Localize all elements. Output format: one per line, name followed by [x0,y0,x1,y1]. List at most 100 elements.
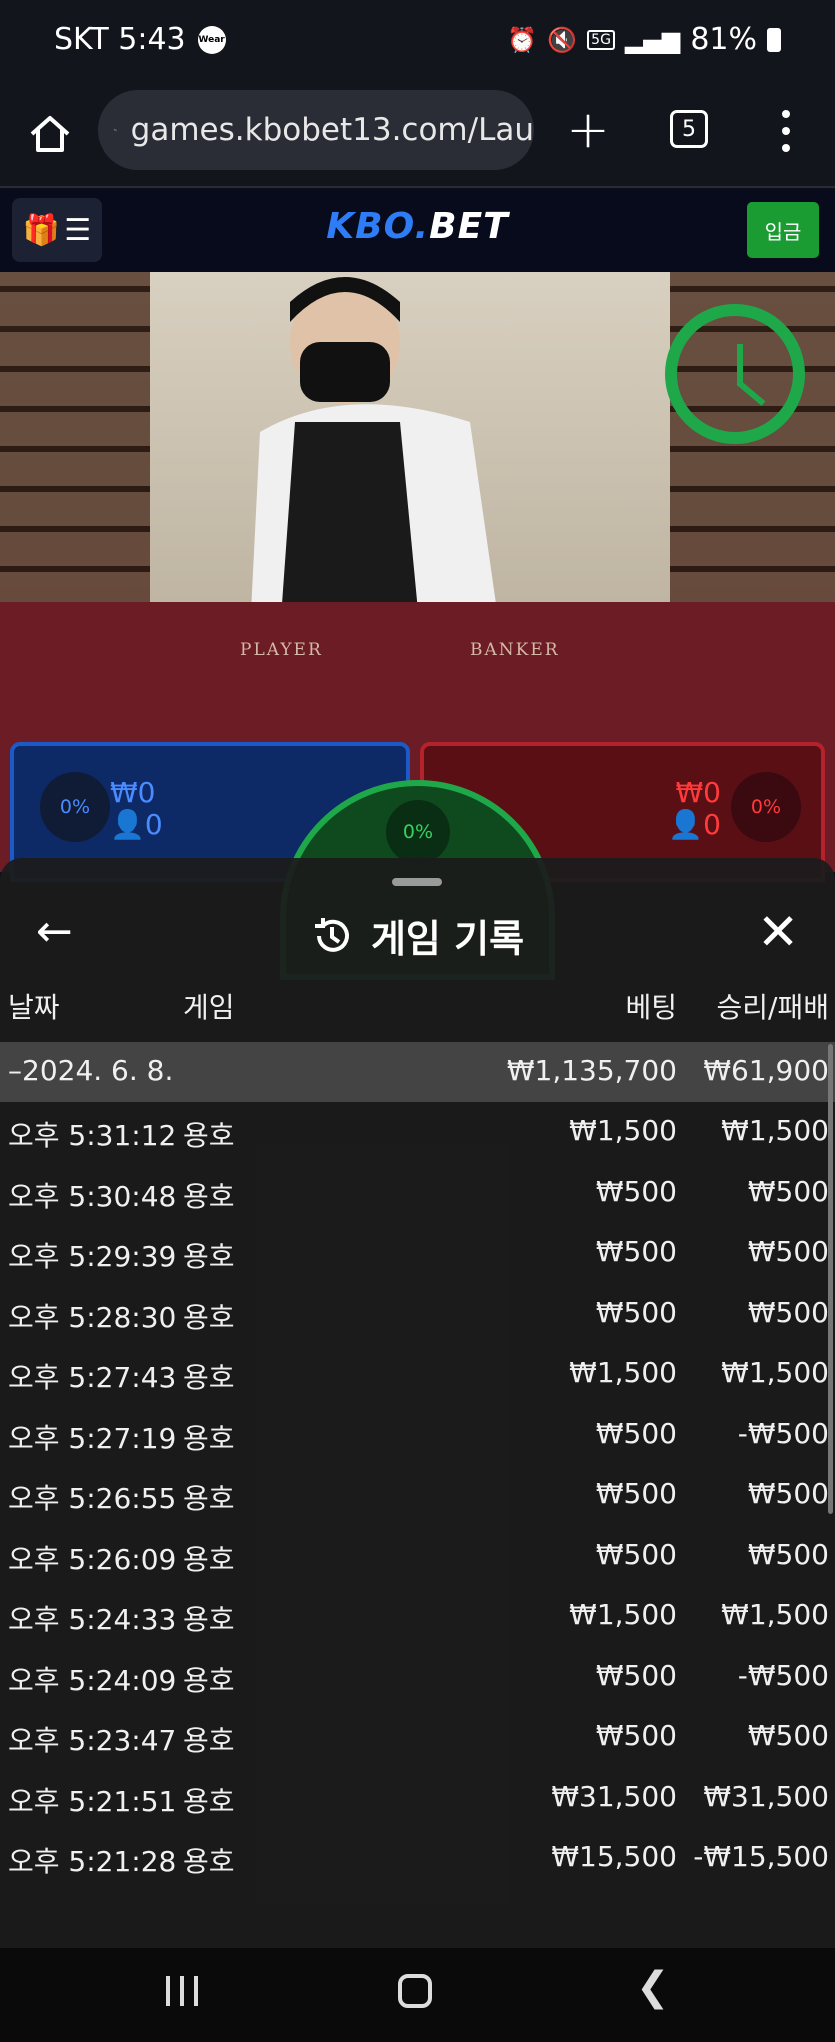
banker-percent: 0% [731,772,801,842]
row-bet: ₩500 [595,1658,677,1692]
history-row[interactable]: 오후 5:21:51 용호 ₩31,500 ₩31,500 [0,1768,835,1829]
row-bet: ₩500 [595,1416,677,1450]
banker-amount: ₩0 [675,776,722,809]
history-row[interactable]: 오후 5:24:33 용호 ₩1,500 ₩1,500 [0,1586,835,1647]
row-win-loss: -₩500 [737,1658,829,1692]
header-date: 날짜 [8,991,60,1024]
user-icon: 👤 [110,808,145,841]
status-bar: SKT 5:43 Wear ⏰ 🔇 5G ▂▄▆ 81% [0,0,835,88]
modal-title: 게임 기록 [0,908,835,963]
row-game: 용호 [183,1240,235,1273]
browser-menu-icon[interactable] [780,110,792,152]
row-time: 오후 5:24:33 [8,1603,177,1636]
home-icon[interactable] [26,110,74,158]
row-time: 오후 5:28:30 [8,1300,177,1334]
row-game: 용호 [183,1845,235,1878]
banker-count: 👤0 [668,808,721,841]
player-percent: 0% [40,772,110,842]
history-row[interactable]: 오후 5:23:47 용호 ₩500 ₩500 [0,1707,835,1768]
row-win-loss: ₩500 [747,1537,829,1571]
carrier-time: SKT 5:43 [54,22,186,57]
felt-banker-label: BANKER [470,640,560,660]
battery-percent: 81% [690,22,757,57]
site-header: 🎁 ☰ KBO.BET 입금 [0,190,835,272]
row-game: 용호 [183,1300,235,1334]
row-win-loss: ₩1,500 [721,1356,829,1389]
row-win-loss: -₩500 [737,1416,829,1450]
row-time: 오후 5:26:55 [8,1482,177,1515]
row-bet: ₩31,500 [551,1779,677,1813]
history-row[interactable]: 오후 5:27:19 용호 ₩500 -₩500 [0,1405,835,1466]
row-win-loss: ₩500 [747,1295,829,1329]
row-win-loss: ₩500 [747,1235,829,1268]
row-bet: ₩500 [595,1537,677,1571]
row-win-loss: ₩31,500 [703,1779,829,1813]
row-win-loss: ₩500 [747,1174,829,1208]
mute-icon: 🔇 [547,25,578,54]
row-bet: ₩500 [595,1295,677,1329]
dealer-image [250,277,500,632]
row-game: 용호 [183,1179,235,1213]
row-game: 용호 [183,1603,235,1636]
player-amount: ₩0 [110,776,156,809]
header-bet: 베팅 [625,991,677,1024]
history-row[interactable]: 오후 5:21:28 용호 ₩15,500 -₩15,500 [0,1828,835,1889]
new-tab-button[interactable]: + [564,104,612,156]
row-game: 용호 [183,1784,235,1818]
row-win-loss: ₩1,500 [721,1114,829,1147]
row-bet: ₩500 [595,1235,677,1268]
row-bet: ₩15,500 [551,1840,677,1873]
row-time: 오후 5:24:09 [8,1663,177,1697]
history-row[interactable]: 오후 5:24:09 용호 ₩500 -₩500 [0,1647,835,1708]
row-time: 오후 5:27:19 [8,1421,177,1455]
close-icon[interactable]: ✕ [757,902,799,962]
wear-icon: Wear [197,25,226,54]
history-row[interactable]: 오후 5:26:09 용호 ₩500 ₩500 [0,1526,835,1587]
system-nav-bar: ❮ [0,1948,835,2042]
history-table: –2024. 6. 8. ₩1,135,700 ₩61,900 오후 5:31:… [0,1042,835,1889]
header-win-loss: 승리/패배 [716,991,829,1024]
status-left: SKT 5:43 Wear [54,22,226,57]
date-group-row[interactable]: –2024. 6. 8. ₩1,135,700 ₩61,900 [0,1042,835,1102]
row-game: 용호 [183,1421,235,1455]
row-bet: ₩500 [595,1719,677,1752]
history-row[interactable]: 오후 5:28:30 용호 ₩500 ₩500 [0,1284,835,1345]
row-bet: ₩500 [595,1174,677,1208]
row-game: 용호 [183,1542,235,1576]
history-icon [314,917,349,952]
drag-handle[interactable] [392,878,442,886]
row-game: 용호 [183,1482,235,1515]
site-settings-icon[interactable] [114,115,117,145]
row-time: 오후 5:26:09 [8,1542,177,1576]
lattice-left [0,272,150,612]
game-history-modal: ← 게임 기록 ✕ 날짜 게임 베팅 승리/패배 –2024. 6. 8. ₩1… [0,858,835,1948]
row-game: 용호 [183,1361,235,1394]
row-time: 오후 5:31:12 [8,1119,177,1152]
network-icon: 5G [587,29,615,50]
history-row[interactable]: 오후 5:27:43 용호 ₩1,500 ₩1,500 [0,1344,835,1405]
row-bet: ₩1,500 [569,1114,677,1147]
deposit-button[interactable]: 입금 [747,202,819,258]
home-nav-icon[interactable] [398,1974,432,2008]
tie-percent: 0% [386,800,450,864]
row-bet: ₩500 [595,1477,677,1510]
url-text: games.kbobet13.com/Lau [130,112,534,148]
row-time: 오후 5:27:43 [8,1361,177,1394]
history-row[interactable]: 오후 5:29:39 용호 ₩500 ₩500 [0,1223,835,1284]
site-logo[interactable]: KBO.BET [0,206,835,247]
address-bar[interactable]: games.kbobet13.com/Lau [98,90,534,170]
history-row[interactable]: 오후 5:30:48 용호 ₩500 ₩500 [0,1163,835,1224]
row-time: 오후 5:21:28 [8,1845,177,1878]
row-game: 용호 [183,1119,235,1152]
back-nav-icon[interactable]: ❮ [636,1964,670,2010]
signal-icon: ▂▄▆ [624,25,681,54]
scrollbar[interactable] [828,1044,833,1514]
tab-switcher-button[interactable]: 5 [670,110,708,148]
row-game: 용호 [183,1724,235,1757]
felt-player-label: PLAYER [240,640,323,660]
recents-icon[interactable] [166,1976,198,2006]
history-row[interactable]: 오후 5:31:12 용호 ₩1,500 ₩1,500 [0,1102,835,1163]
row-time: 오후 5:21:51 [8,1784,177,1818]
history-row[interactable]: 오후 5:26:55 용호 ₩500 ₩500 [0,1465,835,1526]
alarm-icon: ⏰ [507,25,538,54]
